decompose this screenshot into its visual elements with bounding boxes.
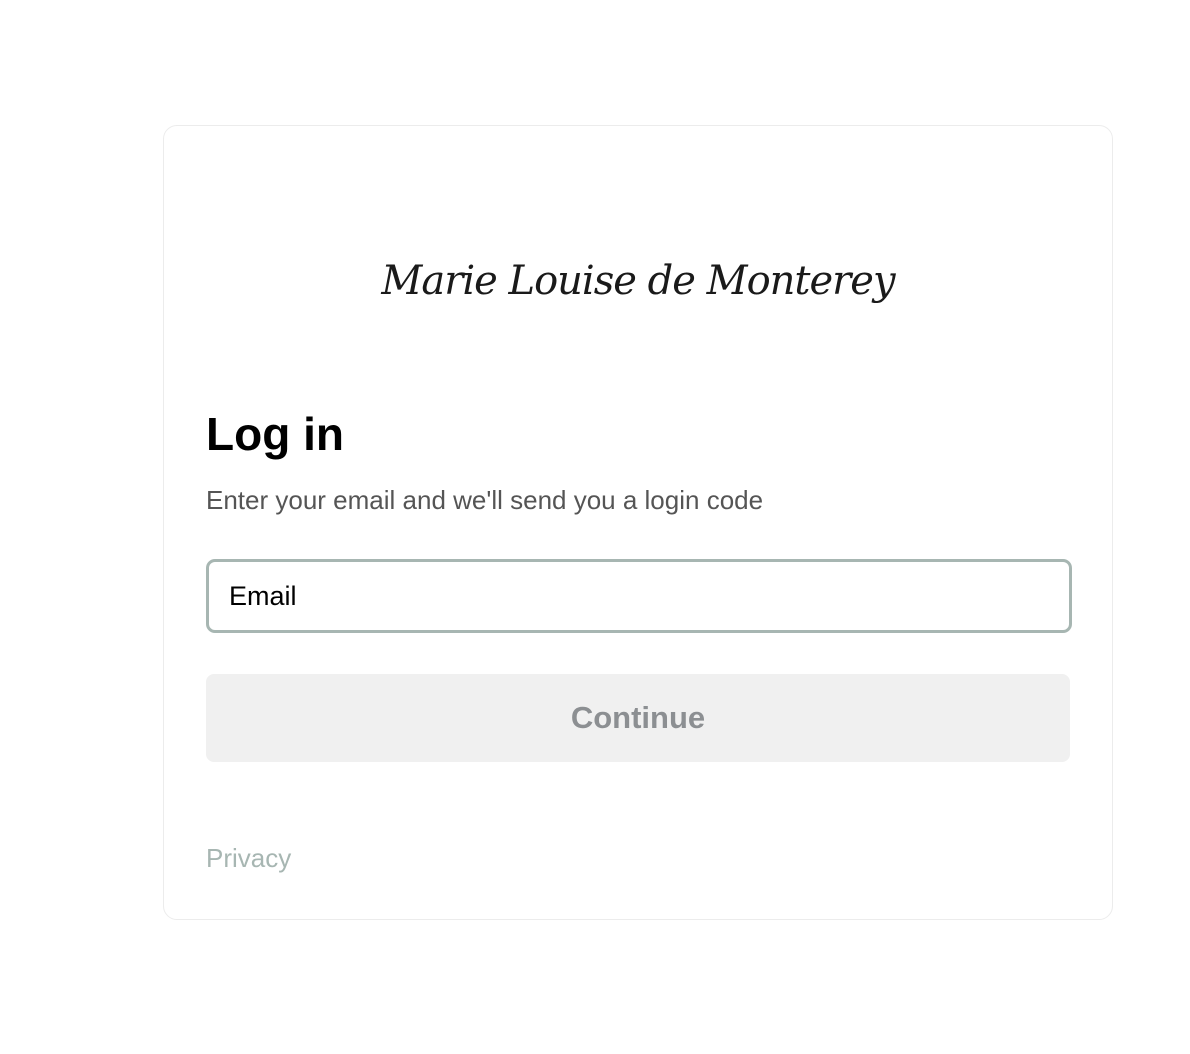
email-field[interactable] [206, 559, 1072, 633]
brand-logo: Marie Louise de Monterey [381, 258, 895, 304]
page-title: Log in [206, 408, 344, 460]
login-subtitle: Enter your email and we'll send you a lo… [206, 485, 764, 515]
login-card: Marie Louise de Monterey Log in Enter yo… [163, 125, 1113, 920]
continue-button[interactable]: Continue [206, 674, 1070, 762]
privacy-link[interactable]: Privacy [206, 842, 291, 874]
